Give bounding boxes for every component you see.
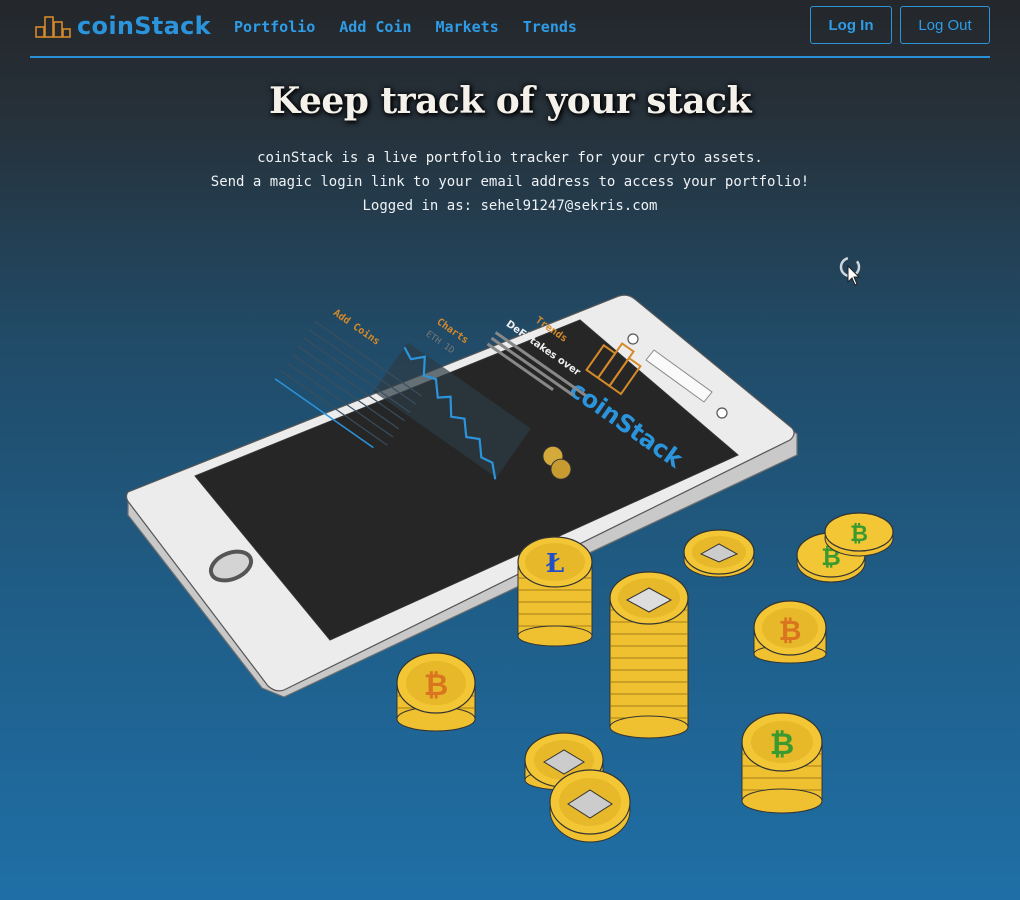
bitcoin-stack-left: ₿ (396, 652, 476, 732)
ethereum-coins-bottom (524, 732, 631, 843)
bitcoin-stack-orange: ₿ (753, 600, 827, 664)
bitcoin-icon: ₿ (850, 522, 868, 547)
bitcoin-icon: ₿ (424, 668, 448, 703)
loading-cursor-icon (839, 256, 861, 286)
phone-illustration (125, 294, 798, 698)
bitcoin-icon: ₿ (770, 727, 794, 762)
bitcoin-icon: ₿ (779, 614, 802, 647)
screen-add-coins-label: Add Coins (331, 307, 382, 348)
litecoin-stack: Ł (517, 536, 593, 647)
bitcoin-stack-tall: ₿ (741, 712, 823, 814)
ethereum-stack-tall (609, 571, 689, 739)
bitcoin-coins-green: ₿ ₿ (796, 512, 894, 583)
ethereum-coin-small (683, 529, 755, 578)
litecoin-icon: Ł (546, 549, 564, 579)
hero-illustration: coinStack Trends DeFi takes over Charts … (125, 294, 894, 843)
